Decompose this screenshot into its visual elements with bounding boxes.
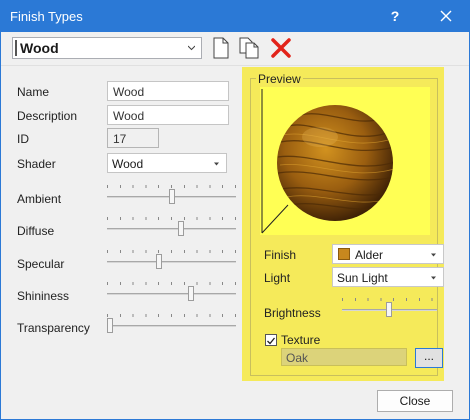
transparency-label: Transparency (17, 321, 90, 335)
id-field: 17 (107, 128, 159, 148)
diffuse-slider[interactable] (107, 217, 236, 237)
toolbar-divider (1, 65, 469, 66)
slider-thumb[interactable] (386, 302, 392, 317)
preview-finish-select[interactable]: Alder (332, 244, 444, 264)
shader-label: Shader (17, 157, 56, 171)
slider-thumb[interactable] (107, 318, 113, 333)
brightness-label: Brightness (264, 306, 321, 320)
ambient-label: Ambient (17, 192, 62, 206)
shininess-slider[interactable] (107, 282, 236, 302)
chevron-down-icon (188, 45, 195, 51)
preview-canvas (260, 87, 430, 235)
shininess-label: Shininess (17, 289, 70, 303)
slider-ticks (107, 314, 236, 317)
finish-label: Finish (264, 248, 297, 262)
delete-finish-button[interactable] (269, 36, 293, 60)
slider-ticks (107, 250, 236, 253)
specular-label: Specular (17, 257, 65, 271)
copy-document-icon (239, 37, 259, 59)
help-button[interactable]: ? (385, 6, 405, 26)
chevron-down-icon (431, 276, 436, 280)
finish-type-select-value: Wood (20, 40, 59, 56)
description-label: Description (17, 109, 78, 123)
description-field[interactable]: Wood (107, 105, 229, 125)
slider-ticks (107, 185, 236, 188)
texture-browse-button[interactable]: ... (415, 348, 443, 368)
slider-track (107, 293, 236, 295)
slider-thumb[interactable] (156, 254, 162, 269)
brightness-slider[interactable] (342, 298, 437, 318)
close-icon (440, 10, 452, 22)
preview-light-select[interactable]: Sun Light (332, 267, 444, 287)
window-title: Finish Types (10, 9, 83, 24)
finish-type-select[interactable]: Wood (12, 37, 202, 59)
wood-sphere-preview (261, 89, 393, 234)
delete-x-icon (271, 38, 291, 58)
slider-ticks (107, 217, 236, 220)
finish-types-dialog: Finish Types ? Wood Name Wood Descriptio… (0, 0, 470, 420)
checkmark-icon (267, 337, 276, 345)
id-label: ID (17, 132, 29, 146)
close-window-button[interactable] (431, 4, 461, 28)
title-bar: Finish Types ? (1, 1, 469, 32)
name-label: Name (17, 85, 50, 99)
ambient-slider[interactable] (107, 185, 236, 205)
shader-select[interactable]: Wood (107, 153, 227, 173)
slider-thumb[interactable] (169, 189, 175, 204)
slider-ticks (107, 282, 236, 285)
specular-slider[interactable] (107, 250, 236, 270)
light-label: Light (264, 271, 291, 285)
preview-finish-value: Alder (355, 248, 384, 262)
chevron-down-icon (214, 162, 219, 166)
finish-swatch (338, 248, 350, 260)
new-finish-button[interactable] (209, 36, 233, 60)
texture-label: Texture (281, 333, 321, 347)
slider-ticks (342, 298, 437, 301)
slider-track (107, 325, 236, 327)
slider-track (107, 228, 236, 230)
shader-select-value: Wood (112, 157, 144, 171)
preview-light-value: Sun Light (337, 271, 388, 285)
preview-group-label: Preview (256, 72, 303, 86)
texture-field: Oak (281, 348, 407, 366)
slider-thumb[interactable] (178, 221, 184, 236)
slider-thumb[interactable] (188, 286, 194, 301)
chevron-down-icon (431, 253, 436, 257)
name-field[interactable]: Wood (107, 81, 229, 101)
new-document-icon (213, 37, 229, 59)
transparency-slider[interactable] (107, 314, 236, 334)
diffuse-label: Diffuse (17, 224, 55, 238)
close-button[interactable]: Close (377, 390, 453, 412)
texture-checkbox[interactable] (265, 334, 277, 346)
slider-track (107, 261, 236, 263)
copy-finish-button[interactable] (237, 36, 261, 60)
